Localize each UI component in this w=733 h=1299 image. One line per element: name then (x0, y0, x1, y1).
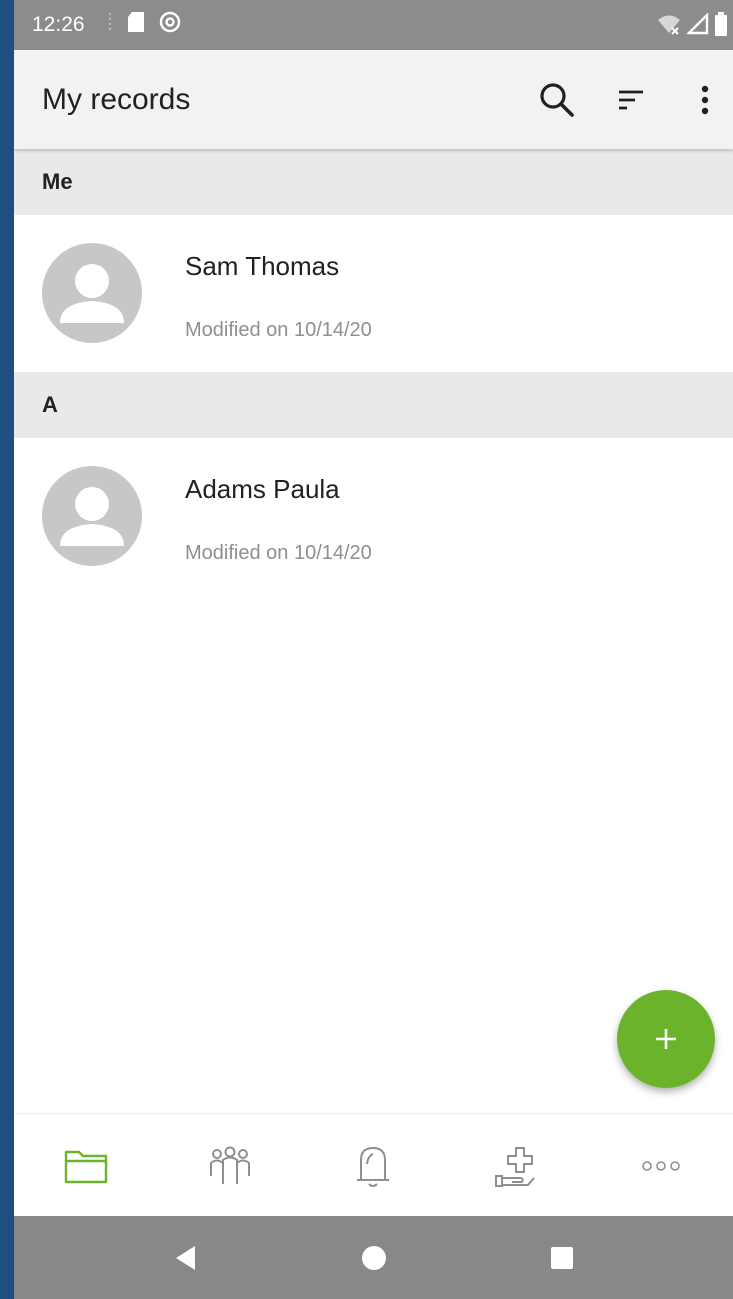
wifi-icon (657, 13, 681, 41)
system-nav-bar (14, 1216, 733, 1299)
list-item[interactable]: Sam Thomas Modified on 10/14/20 (14, 215, 733, 371)
more-horiz-icon[interactable] (621, 1126, 701, 1206)
app-bar: My records (14, 50, 733, 149)
battery-icon (715, 12, 727, 42)
back-icon[interactable] (146, 1228, 226, 1288)
section-header-me: Me (14, 149, 733, 215)
person-icon (60, 264, 124, 323)
at-sign-icon (159, 11, 181, 39)
section-header-label: A (42, 392, 58, 417)
status-bar: 12:26 (14, 0, 733, 50)
record-name: Adams Paula (185, 474, 340, 504)
add-record-button[interactable] (617, 990, 715, 1088)
avatar (42, 243, 142, 343)
people-icon[interactable] (190, 1126, 270, 1206)
recents-icon[interactable] (522, 1228, 602, 1288)
bottom-nav (14, 1113, 733, 1217)
person-icon (60, 487, 124, 546)
plus-icon (656, 1029, 676, 1049)
more-vert-icon[interactable] (677, 72, 733, 128)
record-modified: Modified on 10/14/20 (185, 319, 372, 341)
section-header-a: A (14, 372, 733, 438)
signal-dots-icon (107, 11, 113, 39)
status-time: 12:26 (32, 13, 85, 36)
page-title: My records (42, 82, 191, 116)
search-icon[interactable] (529, 72, 585, 128)
cell-signal-icon (686, 12, 709, 41)
status-icons-right (657, 12, 727, 42)
bell-icon[interactable] (333, 1126, 413, 1206)
phone-screen: 12:26 My records Me Sam Thomas Modified … (14, 0, 733, 1299)
avatar (42, 466, 142, 566)
sort-icon[interactable] (603, 72, 659, 128)
sd-card-icon (127, 11, 145, 39)
medical-hand-icon[interactable] (477, 1126, 557, 1206)
record-name: Sam Thomas (185, 251, 340, 281)
home-icon[interactable] (334, 1228, 414, 1288)
folder-icon[interactable] (46, 1126, 126, 1206)
list-item[interactable]: Adams Paula Modified on 10/14/20 (14, 438, 733, 594)
section-header-label: Me (42, 169, 73, 194)
status-icons-left (107, 11, 181, 39)
record-modified: Modified on 10/14/20 (185, 542, 372, 564)
